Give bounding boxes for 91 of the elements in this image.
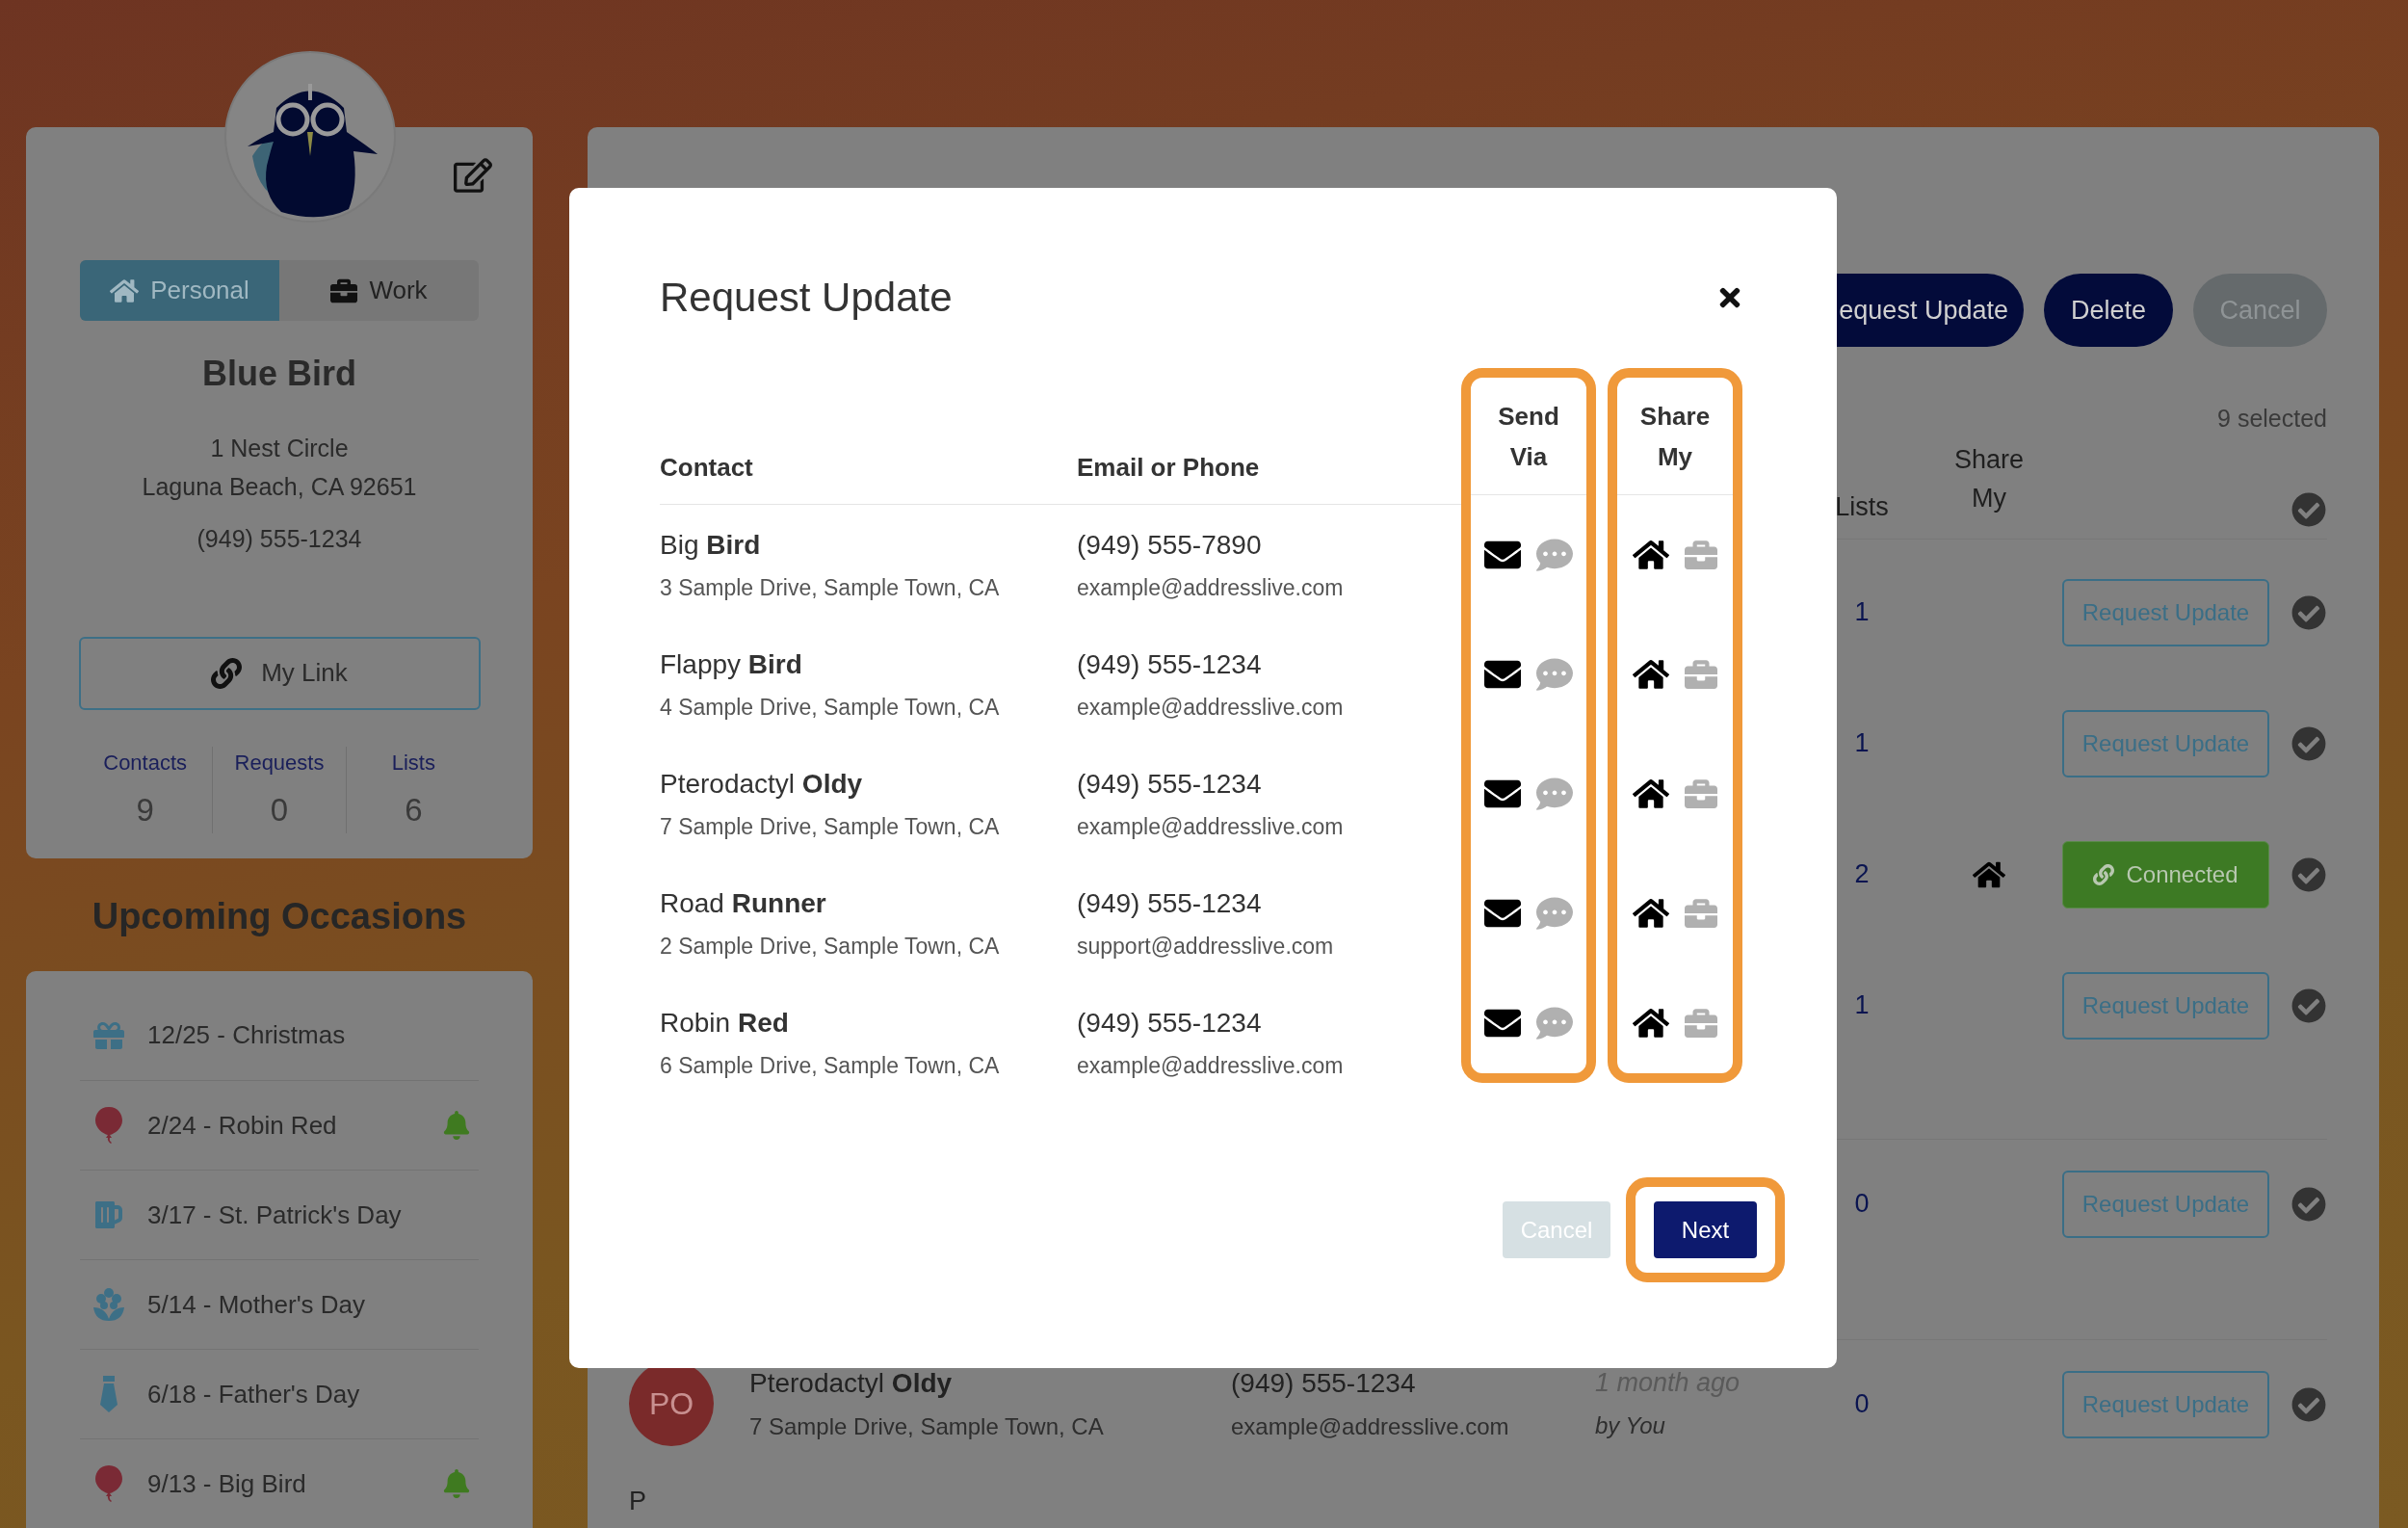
gift-icon [93, 1019, 124, 1051]
column-header: Share My [1952, 443, 2026, 514]
contact-address: 3 Sample Drive, Sample Town, CA [660, 573, 1001, 602]
contact-phone: (949) 555-1234 [1077, 1006, 1263, 1040]
link-icon [211, 657, 243, 689]
mug-icon [93, 1199, 124, 1230]
group-letter: P [629, 1486, 646, 1515]
contact-name: Big Bird [660, 528, 762, 562]
briefcase-icon[interactable] [1685, 539, 1717, 571]
contact-email: example@addresslive.com [1077, 812, 1344, 841]
contact-address: 4 Sample Drive, Sample Town, CA [660, 693, 1001, 722]
briefcase-icon [330, 277, 358, 304]
contact-name: Road Runner [660, 886, 827, 920]
contact-name: Pterodactyl Oldy [660, 767, 864, 801]
contact-email: example@addresslive.com [1077, 693, 1344, 722]
selection-count: 9 selected [2217, 404, 2327, 434]
tie-icon [99, 1376, 118, 1412]
contact-phone: (949) 555-1234 [1077, 647, 1263, 681]
check-icon[interactable] [2291, 594, 2326, 630]
occasion-item[interactable]: 9/13 - Big Bird [147, 1464, 442, 1503]
my-link-button[interactable]: My Link [78, 636, 481, 710]
check-icon[interactable] [2291, 988, 2326, 1023]
chat-bubble-icon[interactable] [1536, 656, 1573, 693]
flower-icon [93, 1288, 124, 1321]
contact-address: 6 Sample Drive, Sample Town, CA [660, 1051, 1001, 1080]
contact-name: Robin Red [660, 1006, 790, 1040]
stat-label[interactable]: Lists [391, 746, 435, 778]
chat-bubble-icon[interactable] [1536, 776, 1573, 812]
column-header: Contact [660, 452, 754, 484]
address-line: 1 Nest Circle [210, 434, 349, 463]
contact-address: 2 Sample Drive, Sample Town, CA [660, 932, 1001, 961]
contact-address: 7 Sample Drive, Sample Town, CA [660, 812, 1001, 841]
occasion-item[interactable]: 6/18 - Father's Day [147, 1375, 479, 1413]
updated-by: by You [1595, 1410, 1666, 1440]
balloon-icon [95, 1465, 122, 1502]
check-icon[interactable] [2291, 1386, 2326, 1422]
briefcase-icon[interactable] [1685, 658, 1717, 691]
chat-bubble-icon[interactable] [1536, 895, 1573, 932]
lists-count: 0 [1854, 1188, 1870, 1221]
check-icon[interactable] [2291, 856, 2326, 892]
avatar-initials: PO [648, 1384, 694, 1423]
stat-label[interactable]: Contacts [103, 746, 188, 778]
lists-count: 0 [1854, 1388, 1870, 1421]
dialog-title: Request Update [660, 274, 953, 322]
contact-phone: (949) 555-1234 [1077, 886, 1263, 920]
lists-count: 2 [1854, 858, 1870, 891]
lists-count: 1 [1854, 989, 1870, 1022]
balloon-icon [95, 1107, 122, 1144]
contact-email: example@addresslive.com [1077, 1051, 1344, 1080]
column-header: Email or Phone [1077, 452, 1260, 484]
contact-phone: (949) 555-1234 [1077, 767, 1263, 801]
profile-tab[interactable]: Personal [80, 260, 279, 321]
delete-button[interactable]: Delete [2043, 274, 2173, 347]
check-icon[interactable] [2291, 725, 2326, 761]
chat-bubble-icon[interactable] [1536, 1005, 1573, 1041]
briefcase-icon[interactable] [1685, 897, 1717, 930]
section-heading: Upcoming Occasions [91, 895, 468, 938]
profile-name: Blue Bird [202, 353, 356, 395]
stat-value: 0 [270, 790, 289, 830]
profile-tab[interactable]: Work [279, 260, 479, 321]
check-icon[interactable] [2291, 491, 2326, 527]
column-header: Lists [1835, 491, 1889, 523]
contact-name: Pterodactyl Oldy [749, 1366, 954, 1400]
column-header: Share My [1638, 400, 1712, 473]
contact-phone: (949) 555-7890 [1077, 528, 1263, 562]
briefcase-icon[interactable] [1685, 777, 1717, 810]
lists-count: 1 [1854, 596, 1870, 629]
column-header: Send Via [1497, 400, 1560, 473]
chat-bubble-icon[interactable] [1536, 537, 1573, 573]
connected-button[interactable]: Connected [2062, 840, 2269, 909]
lists-count: 1 [1854, 727, 1870, 760]
contact-email: support@addresslive.com [1077, 932, 1334, 961]
contact-phone: (949) 555-1234 [1231, 1366, 1417, 1400]
stat-value: 6 [405, 790, 423, 830]
link-icon [2093, 863, 2115, 885]
occasion-item[interactable]: 2/24 - Robin Red [147, 1106, 442, 1145]
contact-email: example@addresslive.com [1077, 573, 1344, 602]
contact-address: 7 Sample Drive, Sample Town, CA [749, 1411, 1105, 1441]
contact-name: Flappy Bird [660, 647, 803, 681]
stat-label[interactable]: Requests [234, 746, 325, 778]
address-line: Laguna Beach, CA 92651 [142, 472, 417, 502]
edit-icon[interactable] [454, 156, 492, 195]
phone-number: (949) 555-1234 [196, 524, 362, 554]
check-icon[interactable] [2291, 1186, 2326, 1222]
stat-value: 9 [136, 790, 154, 830]
contact-email: example@addresslive.com [1231, 1411, 1510, 1441]
occasion-item[interactable]: 12/25 - Christmas [147, 1016, 479, 1054]
occasion-item[interactable]: 3/17 - St. Patrick's Day [147, 1196, 479, 1234]
next-button[interactable]: Next [1654, 1201, 1757, 1258]
occasion-item[interactable]: 5/14 - Mother's Day [147, 1285, 479, 1324]
briefcase-icon[interactable] [1685, 1007, 1717, 1040]
